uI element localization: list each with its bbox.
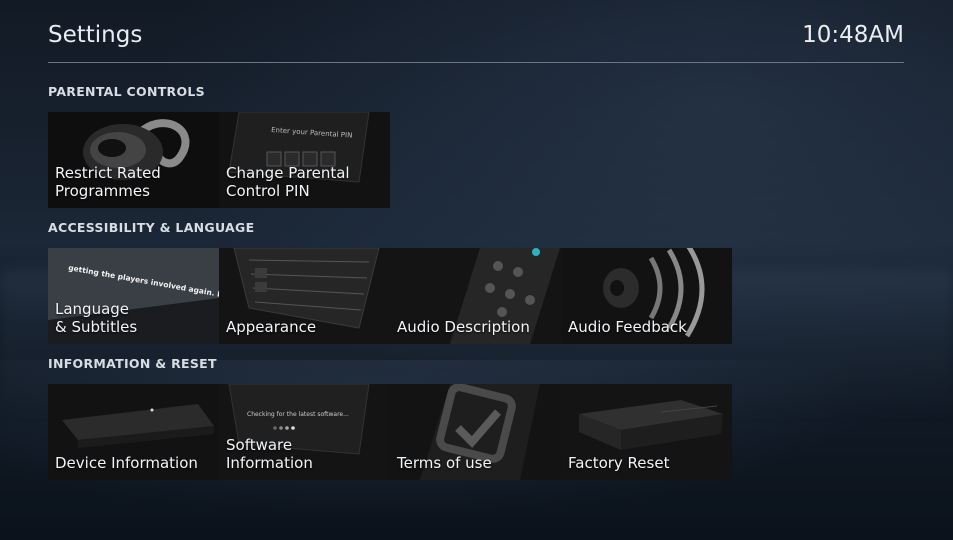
tile-terms-of-use[interactable]: Terms of use [390, 384, 561, 480]
tile-label: Device Information [55, 454, 198, 472]
section-title-accessibility-language: ACCESSIBILITY & LANGUAGE [48, 220, 255, 235]
software-check-art-text: Checking for the latest software... [247, 411, 349, 418]
tile-factory-reset[interactable]: Factory Reset [561, 384, 732, 480]
tile-label: Language & Subtitles [55, 300, 138, 336]
tile-label: Audio Description [397, 318, 530, 336]
accessibility-language-row: getting the players involved again. It i… [48, 248, 732, 344]
clock: 10:48AM [802, 22, 904, 48]
tile-label: Change Parental Control PIN [226, 164, 350, 200]
page-title: Settings [48, 22, 143, 48]
tile-audio-description[interactable]: Audio Description [390, 248, 561, 344]
parental-controls-row: Restrict Rated Programmes Enter your Par… [48, 112, 390, 208]
header-divider [48, 62, 904, 63]
section-title-parental-controls: PARENTAL CONTROLS [48, 84, 205, 99]
tile-audio-feedback[interactable]: Audio Feedback [561, 248, 732, 344]
tile-language-subtitles[interactable]: getting the players involved again. It i… [48, 248, 219, 344]
tile-label: Appearance [226, 318, 317, 336]
tile-appearance[interactable]: Appearance [219, 248, 390, 344]
tile-change-parental-control-pin[interactable]: Enter your Parental PIN Change Parental … [219, 112, 390, 208]
tile-software-information[interactable]: Checking for the latest software... Soft… [219, 384, 390, 480]
tile-label: Factory Reset [568, 454, 670, 472]
tile-device-information[interactable]: Device Information [48, 384, 219, 480]
tile-restrict-rated-programmes[interactable]: Restrict Rated Programmes [48, 112, 219, 208]
tile-label: Audio Feedback [568, 318, 687, 336]
tile-label: Terms of use [397, 454, 492, 472]
information-reset-row: Device Information Checking for the late… [48, 384, 732, 480]
section-title-information-reset: INFORMATION & RESET [48, 356, 217, 371]
tile-label: Software Information [226, 436, 313, 472]
tile-label: Restrict Rated Programmes [55, 164, 161, 200]
